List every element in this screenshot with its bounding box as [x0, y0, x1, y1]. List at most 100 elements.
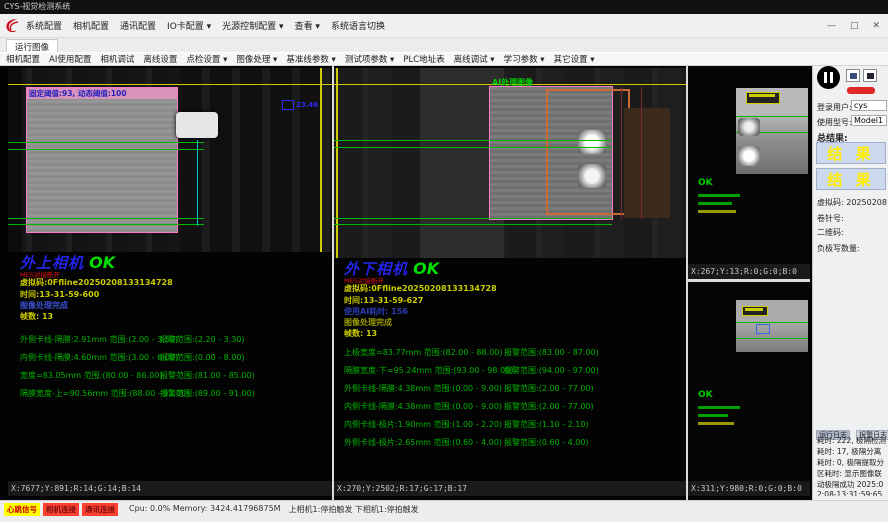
pause-icon — [830, 72, 833, 83]
green-measure-line — [8, 224, 204, 225]
comm-connect-badge: 通讯连接 — [82, 503, 118, 516]
tool-other-settings[interactable]: 其它设置 ▾ — [554, 53, 595, 65]
thumb-panel-2[interactable]: OK — [688, 282, 810, 481]
ai-image-label: AI处理图像 — [492, 77, 533, 88]
thumb-text-line — [698, 414, 728, 417]
workspace: 固定阈值:93, 动态阈值:100 23.46 外上相机 OK MES对接断开 … — [0, 66, 812, 500]
thumb-column: OK X:267;Y:13;R:0;G:0;B:0 OK — [688, 66, 810, 500]
left-barcode: 虚拟码:0Ffline20250208133134728 — [20, 277, 173, 288]
green-measure-line — [8, 218, 204, 219]
thumb2-pixel-coords: X:311;Y:980;R:0;G:0;B:0 — [688, 481, 810, 496]
alarm-range: 报警范围:(2.00 - 77.00) — [504, 401, 594, 412]
bright-blob — [738, 118, 760, 136]
pause-button[interactable] — [817, 66, 840, 89]
left-process-status: 图像处理完成 — [20, 300, 68, 311]
thumb-panel-1[interactable]: OK — [688, 66, 810, 264]
vcode-label: 虚拟码: — [817, 198, 844, 207]
alarm-range: 报警范围:(2.00 - 77.00) — [504, 383, 594, 394]
model-input[interactable] — [851, 115, 887, 126]
thumb-text-line — [698, 202, 732, 205]
menu-comm-config[interactable]: 通讯配置 — [120, 19, 156, 32]
thumb1-pixel-coords: X:267;Y:13;R:0;G:0;B:0 — [688, 264, 810, 279]
qr-label: 二维码: — [817, 227, 844, 238]
tool-spot-check[interactable]: 点检设置 ▾ — [186, 53, 227, 65]
measurement-row: 上极宽度=83.77mm 范围:(82.00 - 88.00) — [344, 347, 502, 358]
menu-camera-config[interactable]: 相机配置 — [73, 19, 109, 32]
record-button[interactable] — [863, 69, 877, 82]
menu-view[interactable]: 查看 ▾ — [295, 19, 320, 32]
thumb-ok-status: OK — [698, 178, 713, 188]
trigger-status: 上相机1:停拍触发 下相机1:停拍触发 — [289, 504, 419, 515]
menu-light-config[interactable]: 光源控制配置 ▾ — [222, 19, 283, 32]
app-window: CYS-视觉检测系统 系统配置 相机配置 通讯配置 IO卡配置 ▾ 光源控制配置… — [0, 0, 888, 522]
red-guide-vline — [641, 87, 642, 219]
alarm-range: 报警范围:(0.00 - 8.00) — [160, 352, 245, 363]
pause-icon — [824, 72, 827, 83]
tool-offline-debug[interactable]: 离线调试 ▾ — [454, 53, 495, 65]
green-measure-line — [736, 322, 808, 323]
tool-image-process[interactable]: 图像处理 ▾ — [236, 53, 277, 65]
thumb-text-line — [698, 210, 736, 213]
app-logo-icon — [4, 17, 20, 39]
red-guide-vline — [621, 87, 622, 219]
tool-test-params[interactable]: 测试项参数 ▾ — [345, 53, 394, 65]
tool-camera-config[interactable]: 相机配置 — [6, 53, 40, 65]
thumb-image-2 — [736, 300, 808, 352]
login-user-label: 登录用户: — [817, 102, 852, 113]
result-box-1: 结 果 — [816, 142, 886, 164]
maximize-icon[interactable]: □ — [850, 21, 859, 31]
bright-blob — [738, 146, 760, 166]
window-title: CYS-视觉检测系统 — [4, 2, 70, 11]
film-icon — [867, 73, 874, 79]
center-ai-time: 使用AI耗时: 156 — [344, 306, 408, 317]
measure-marker-box — [282, 100, 294, 110]
tab-strip: 运行图像 — [0, 38, 888, 52]
bright-blob — [578, 164, 606, 188]
capture-button[interactable] — [846, 69, 860, 82]
left-pixel-coords: X:7677;Y:891;R:14;G:14;B:14 — [8, 481, 332, 496]
result-box-2: 结 果 — [816, 168, 886, 190]
center-camera-image[interactable]: AI处理图像 — [334, 68, 686, 258]
alarm-range: 报警范围:(94.00 - 97.00) — [504, 365, 599, 376]
tool-learning-params[interactable]: 学习参数 ▾ — [504, 53, 545, 65]
measurement-row: 宽度=83.05mm 范围:(80.00 - 86.00) — [20, 370, 162, 381]
menu-io-config[interactable]: IO卡配置 ▾ — [167, 19, 211, 32]
green-measure-line — [334, 218, 612, 219]
measurement-row: 内侧卡线-隔膜:4.38mm 范围:(0.00 - 9.00) — [344, 401, 502, 412]
title-bar: CYS-视觉检测系统 — [0, 0, 888, 14]
green-measure-line — [334, 147, 612, 148]
left-time: 时间:13-31-59-600 — [20, 289, 99, 300]
tool-camera-debug[interactable]: 相机调试 — [100, 53, 134, 65]
tool-baseline-params[interactable]: 基准线参数 ▾ — [286, 53, 335, 65]
center-frame-count: 帧数: 13 — [344, 328, 377, 339]
green-measure-line — [334, 140, 612, 141]
thumb-text-line — [698, 406, 740, 409]
yellow-guide-vline — [336, 68, 338, 258]
log-output[interactable]: 耗时: 222, 极隔检测耗时: 17, 极隔分离耗时: 0, 极隔提取分区耗时… — [817, 436, 886, 496]
measurement-row: 外侧卡线-极片:2.65mm 范围:(0.60 - 4.00) — [344, 437, 502, 448]
green-measure-line — [736, 338, 808, 339]
toolbar: 相机配置 AI使用配置 相机调试 离线设置 点检设置 ▾ 图像处理 ▾ 基准线参… — [0, 52, 888, 66]
heartbeat-badge: 心跳信号 — [4, 503, 40, 516]
measurement-row: 外侧卡线-隔膜:4.38mm 范围:(0.00 - 9.00) — [344, 383, 502, 394]
thumb-text-line — [698, 194, 740, 197]
center-time: 时间:13-31-59-627 — [344, 295, 423, 306]
minimize-icon[interactable]: — — [827, 21, 836, 31]
menu-language-switch[interactable]: 系统语言切换 — [331, 19, 385, 32]
tool-ai-config[interactable]: AI使用配置 — [49, 53, 91, 65]
green-measure-line — [334, 224, 612, 225]
needle-label: 卷针号: — [817, 213, 844, 224]
vcode-value: 20250208 — [846, 198, 887, 207]
left-camera-image[interactable]: 固定阈值:93, 动态阈值:100 23.46 — [8, 68, 332, 252]
photo-icon — [850, 73, 857, 79]
close-icon[interactable]: ✕ — [872, 21, 880, 31]
alarm-range: 报警范围:(89.00 - 91.00) — [160, 388, 255, 399]
left-frame-count: 帧数: 13 — [20, 311, 53, 322]
login-user-input[interactable] — [851, 100, 887, 111]
tool-plc-table[interactable]: PLC地址表 — [403, 53, 444, 65]
alarm-range: 报警范围:(2.20 - 3.30) — [160, 334, 245, 345]
tool-offline-settings[interactable]: 离线设置 — [143, 53, 177, 65]
model-label: 使用型号: — [817, 117, 852, 128]
measurement-row: 内侧卡线-极片:1.90mm 范围:(1.00 - 2.20) — [344, 419, 502, 430]
menu-system-config[interactable]: 系统配置 — [26, 19, 62, 32]
